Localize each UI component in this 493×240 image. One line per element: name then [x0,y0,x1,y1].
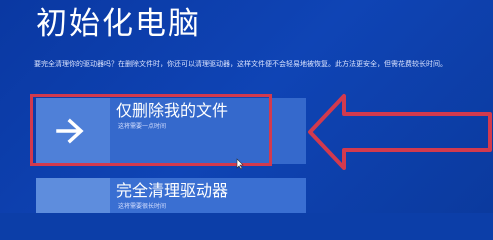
option-subtitle: 这将需要很长时间 [118,203,167,210]
option-fully-clean-drive[interactable]: 完全清理驱动器 这将需要很长时间 [36,178,436,213]
option-tile[interactable] [36,178,110,213]
option-title: 完全清理驱动器 [116,181,229,200]
page-title: 初始化电脑 [36,6,201,42]
page-description: 要完全清理你的驱动器吗？在删除文件时，你还可以清理驱动器，这样文件便不会轻易地被… [34,60,447,68]
red-left-arrow-icon [308,94,492,170]
reset-pc-screen: 初始化电脑 要完全清理你的驱动器吗？在删除文件时，你还可以清理驱动器，这样文件便… [0,0,493,213]
mouse-cursor-icon [236,158,244,170]
red-highlight-box [30,94,272,166]
